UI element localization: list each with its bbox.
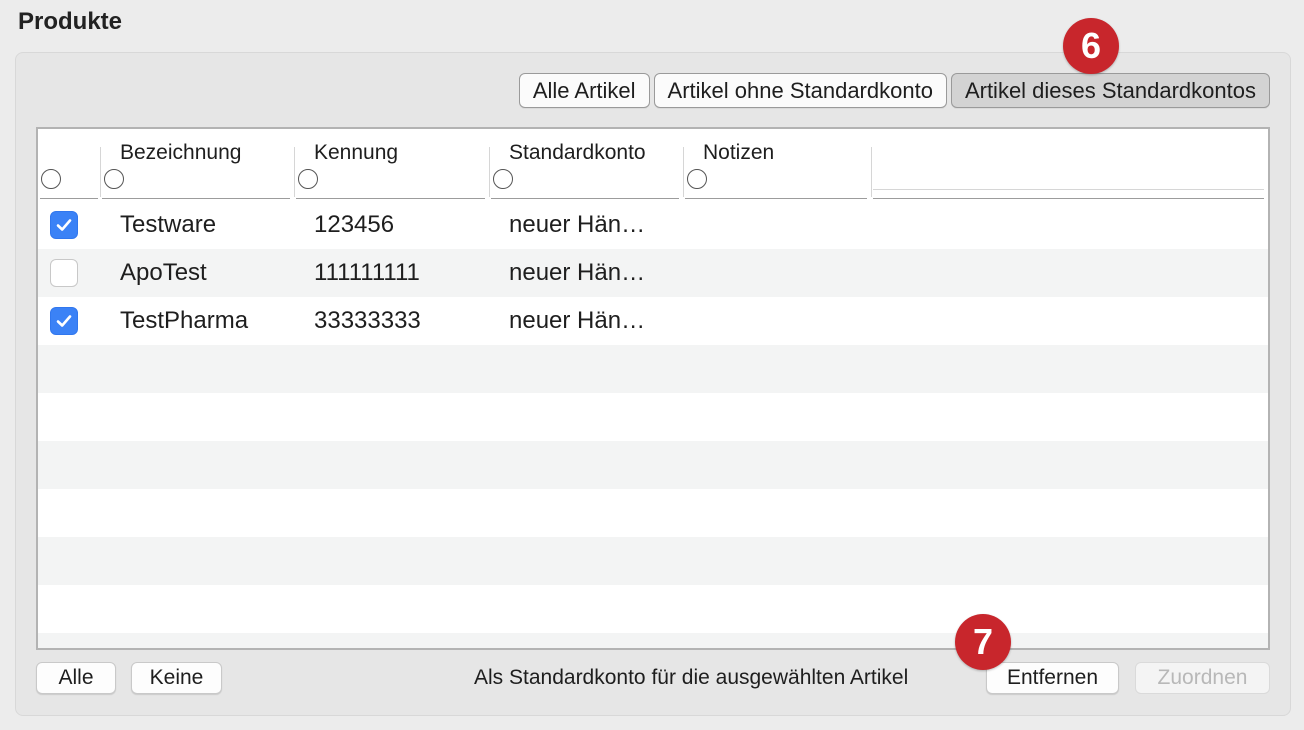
column-header-select[interactable] — [38, 129, 102, 199]
bezeichnung-sort-radio[interactable] — [104, 169, 124, 189]
table-row[interactable]: Testware 123456 neuer Hän… — [38, 201, 1268, 249]
assign-description-label: Als Standardkonto für die ausgewählten A… — [474, 666, 909, 689]
cell-kennung: 111111111 — [314, 259, 420, 286]
column-header-notizen[interactable]: Notizen — [683, 129, 871, 199]
column-header-bezeichnung[interactable]: Bezeichnung — [100, 129, 294, 199]
standardkonto-sort-radio[interactable] — [493, 169, 513, 189]
checkmark-icon — [56, 219, 72, 231]
filter-all-articles-button[interactable]: Alle Artikel — [518, 73, 650, 108]
cell-bezeichnung: ApoTest — [120, 259, 207, 286]
kennung-sort-radio[interactable] — [298, 169, 318, 189]
cell-bezeichnung: Testware — [120, 211, 217, 238]
cell-standardkonto: neuer Hän… — [509, 259, 646, 286]
select-none-button[interactable]: Keine — [131, 662, 222, 694]
table-body: Testware 123456 neuer Hän… ApoTest 11111… — [38, 201, 1268, 648]
filter-segmented-control: Alle Artikel Artikel ohne Standardkonto … — [518, 73, 1270, 109]
cell-standardkonto: neuer Hän… — [509, 307, 646, 334]
row-checkbox[interactable] — [50, 259, 78, 287]
empty-row — [38, 489, 1268, 537]
cell-kennung: 123456 — [314, 211, 395, 238]
filter-this-account-button[interactable]: Artikel dieses Standardkontos — [950, 73, 1270, 108]
empty-row — [38, 633, 1268, 648]
column-label-standardkonto: Standardkonto — [509, 141, 646, 164]
select-all-button[interactable]: Alle — [36, 662, 116, 694]
empty-row — [38, 393, 1268, 441]
table-row[interactable]: ApoTest 111111111 neuer Hän… — [38, 249, 1268, 297]
empty-row — [38, 537, 1268, 585]
cell-bezeichnung: TestPharma — [120, 307, 249, 334]
filter-no-account-button[interactable]: Artikel ohne Standardkonto — [653, 73, 947, 108]
cell-kennung: 33333333 — [314, 307, 421, 334]
column-header-kennung[interactable]: Kennung — [294, 129, 489, 199]
notizen-sort-radio[interactable] — [687, 169, 707, 189]
row-checkbox[interactable] — [50, 211, 78, 239]
column-label-notizen: Notizen — [703, 141, 775, 164]
column-header-filler — [871, 129, 1268, 199]
step-badge-6: 6 — [1063, 18, 1119, 74]
section-title: Produkte — [18, 8, 123, 35]
row-checkbox[interactable] — [50, 307, 78, 335]
table-header: Bezeichnung Kennung Standardkonto Notize… — [38, 129, 1268, 201]
remove-button[interactable]: Entfernen — [986, 662, 1119, 694]
cell-standardkonto: neuer Hän… — [509, 211, 646, 238]
empty-row — [38, 441, 1268, 489]
column-header-standardkonto[interactable]: Standardkonto — [489, 129, 683, 199]
column-label-bezeichnung: Bezeichnung — [120, 141, 242, 164]
assign-button[interactable]: Zuordnen — [1135, 662, 1270, 694]
checkmark-icon — [56, 315, 72, 327]
empty-row — [38, 345, 1268, 393]
step-badge-7: 7 — [955, 614, 1011, 670]
products-table: Bezeichnung Kennung Standardkonto Notize… — [36, 127, 1270, 650]
table-row[interactable]: TestPharma 33333333 neuer Hän… — [38, 297, 1268, 345]
column-label-kennung: Kennung — [314, 141, 399, 164]
select-column-sort-radio[interactable] — [41, 169, 61, 189]
empty-row — [38, 585, 1268, 633]
